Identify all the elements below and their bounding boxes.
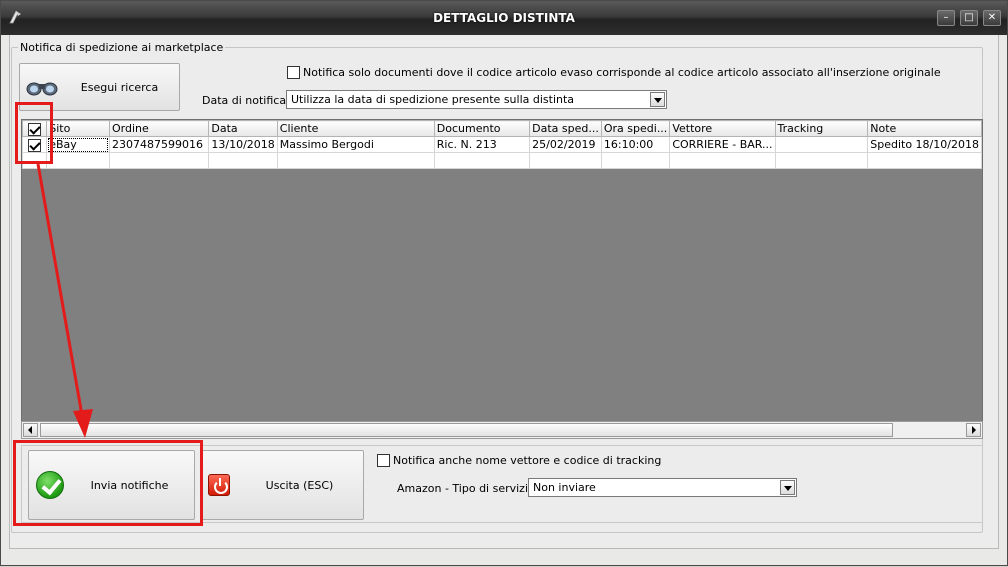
empty-cell[interactable] <box>46 152 110 169</box>
cell-tracking[interactable] <box>774 136 869 153</box>
empty-cell[interactable] <box>276 152 435 169</box>
scroll-right-button[interactable] <box>966 423 981 437</box>
notify-date-select[interactable]: Utilizza la data di spedizione presente … <box>286 90 667 109</box>
title-bar: DETTAGLIO DISTINTA – □ ✕ <box>1 1 1007 35</box>
empty-cell[interactable] <box>208 152 278 169</box>
scroll-left-button[interactable] <box>23 423 38 437</box>
minimize-button[interactable]: – <box>937 10 955 26</box>
column-header-vettore[interactable]: Vettore <box>669 120 776 137</box>
match-code-checkbox[interactable] <box>287 66 300 79</box>
scroll-thumb[interactable] <box>40 423 893 437</box>
notify-date-label: Data di notifica : <box>202 94 294 107</box>
table-row[interactable]: eBay 2307487599016 13/10/2018 Massimo Be… <box>22 136 982 153</box>
column-header-documento[interactable]: Documento <box>433 120 531 137</box>
chevron-down-icon[interactable] <box>650 92 665 107</box>
cell-cliente[interactable]: Massimo Bergodi <box>276 136 435 153</box>
cell-data-spedizione[interactable]: 25/02/2019 <box>529 136 602 153</box>
cell-sito[interactable]: eBay <box>46 136 110 153</box>
close-icon: ✕ <box>987 12 997 23</box>
tracking-label: Notifica anche nome vettore e codice di … <box>393 454 662 467</box>
minimize-icon: – <box>943 12 949 23</box>
highlight-box-checkbox <box>15 102 53 164</box>
cell-ora-spedizione[interactable]: 16:10:00 <box>600 136 671 153</box>
group-label: Notifica di spedizione ai marketplace <box>18 41 226 54</box>
column-header-ordine[interactable]: Ordine <box>108 120 210 137</box>
amazon-service-value: Non inviare <box>533 481 596 494</box>
empty-cell[interactable] <box>867 152 982 169</box>
documents-table: Sito Ordine Data Cliente Documento Data … <box>22 120 982 169</box>
search-button-label: Esegui ricerca <box>80 80 159 94</box>
exit-label: Uscita (ESC) <box>265 478 334 492</box>
column-header-sito[interactable]: Sito <box>46 120 110 137</box>
main-window: DETTAGLIO DISTINTA – □ ✕ Notifica di spe… <box>0 0 1008 566</box>
grid-header-row: Sito Ordine Data Cliente Documento Data … <box>22 120 982 137</box>
column-header-note[interactable]: Note <box>867 120 982 137</box>
maximize-icon: □ <box>964 12 974 23</box>
empty-cell[interactable] <box>600 152 671 169</box>
notify-date-value: Utilizza la data di spedizione presente … <box>291 93 575 106</box>
chevron-down-icon[interactable] <box>780 480 795 495</box>
empty-cell[interactable] <box>433 152 531 169</box>
horizontal-scrollbar[interactable] <box>21 421 983 439</box>
match-code-label: Notifica solo documenti dove il codice a… <box>303 66 941 79</box>
table-row-new[interactable] <box>22 152 982 169</box>
documents-grid: Sito Ordine Data Cliente Documento Data … <box>21 119 983 439</box>
column-header-data-spedizione[interactable]: Data sped... <box>529 120 602 137</box>
cell-ordine[interactable]: 2307487599016 <box>108 136 210 153</box>
window-title: DETTAGLIO DISTINTA <box>433 11 575 25</box>
close-button[interactable]: ✕ <box>983 10 1001 26</box>
arrow-right-icon <box>972 426 976 434</box>
empty-cell[interactable] <box>774 152 869 169</box>
arrow-left-icon <box>28 426 32 434</box>
cell-note[interactable]: Spedito 18/10/2018 <box>867 136 982 153</box>
tracking-checkbox[interactable] <box>377 454 390 467</box>
cell-data[interactable]: 13/10/2018 <box>208 136 278 153</box>
exit-button[interactable]: Uscita (ESC) <box>201 450 364 520</box>
column-header-ora-spedizione[interactable]: Ora spedi... <box>600 120 671 137</box>
empty-cell[interactable] <box>669 152 776 169</box>
empty-cell[interactable] <box>529 152 602 169</box>
maximize-button[interactable]: □ <box>960 10 978 26</box>
amazon-service-select[interactable]: Non inviare <box>528 478 797 497</box>
amazon-service-label: Amazon - Tipo di servizio : <box>397 482 542 495</box>
highlight-box-send-button <box>13 440 203 526</box>
column-header-cliente[interactable]: Cliente <box>276 120 435 137</box>
column-header-tracking[interactable]: Tracking <box>774 120 869 137</box>
empty-cell[interactable] <box>108 152 210 169</box>
cell-vettore[interactable]: CORRIERE - BAR... <box>669 136 776 153</box>
cell-documento[interactable]: Ric. N. 213 <box>433 136 531 153</box>
column-header-data[interactable]: Data <box>208 120 278 137</box>
